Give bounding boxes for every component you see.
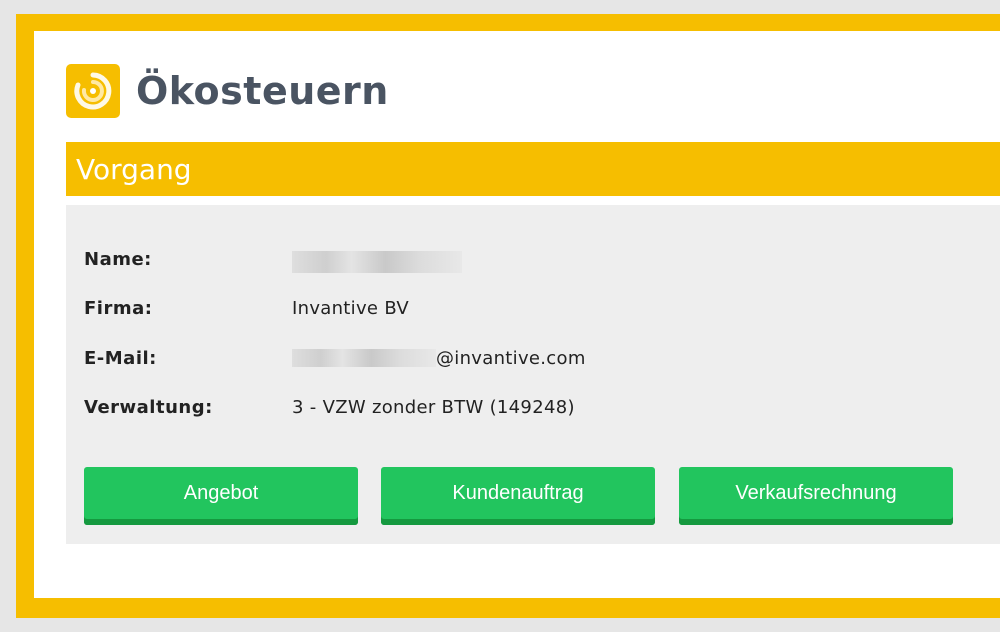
- app-header: Ökosteuern: [66, 64, 389, 118]
- swirl-logo-icon: [66, 64, 120, 118]
- verkaufsrechnung-button[interactable]: Verkaufsrechnung: [679, 467, 953, 525]
- email-label: E-Mail:: [84, 347, 157, 369]
- verwaltung-value: 3 - VZW zonder BTW (149248): [292, 396, 575, 418]
- verwaltung-label: Verwaltung:: [84, 396, 213, 418]
- name-label: Name:: [84, 248, 152, 270]
- firma-label: Firma:: [84, 297, 153, 319]
- section-header: Vorgang: [66, 142, 1000, 196]
- email-domain: @invantive.com: [436, 347, 586, 369]
- section-title: Vorgang: [76, 152, 192, 186]
- app-title: Ökosteuern: [136, 69, 389, 113]
- firma-value: Invantive BV: [292, 297, 410, 319]
- redacted-email-user: [292, 349, 436, 367]
- email-value: @invantive.com: [292, 348, 586, 369]
- email-row: E-Mail: @invantive.com: [84, 346, 586, 370]
- firma-row: Firma: Invantive BV: [84, 296, 409, 320]
- name-row: Name:: [84, 245, 462, 273]
- name-value: [292, 245, 462, 273]
- angebot-button[interactable]: Angebot: [84, 467, 358, 525]
- verwaltung-row: Verwaltung: 3 - VZW zonder BTW (149248): [84, 395, 575, 419]
- redacted-name: [292, 251, 462, 273]
- kundenauftrag-button[interactable]: Kundenauftrag: [381, 467, 655, 525]
- details-panel: Name: Firma: Invantive BV E-Mail: @invan…: [66, 205, 1000, 544]
